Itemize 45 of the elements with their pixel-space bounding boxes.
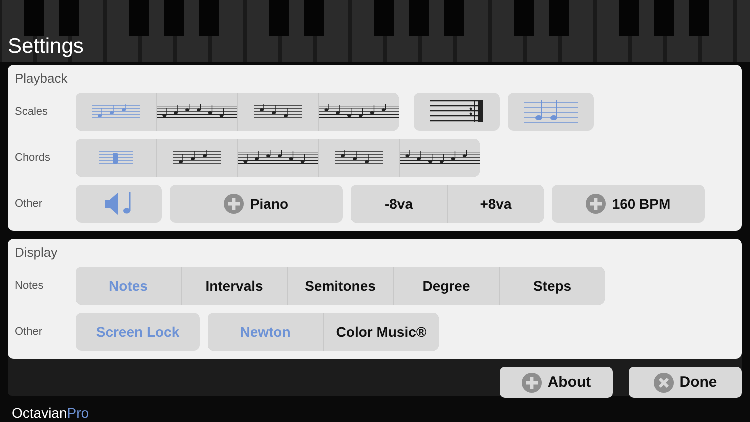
about-button[interactable]: About — [500, 367, 613, 398]
scale-staff-icon — [173, 150, 221, 166]
scale-option[interactable] — [319, 93, 399, 131]
close-icon — [654, 372, 674, 392]
scale-option[interactable] — [414, 93, 500, 131]
instrument-button[interactable]: Piano — [170, 185, 343, 223]
scale-staff-icon — [319, 104, 399, 120]
plus-icon — [224, 194, 244, 214]
chord-option[interactable] — [157, 139, 237, 177]
row-label: Other — [15, 326, 44, 338]
repeat-staff-icon — [430, 99, 484, 125]
section-heading: Display — [15, 245, 59, 259]
plus-icon — [522, 372, 542, 392]
speaker-note-icon — [104, 191, 134, 217]
scale-staff-icon — [157, 104, 237, 120]
chord-staff-icon — [99, 150, 133, 166]
chord-option[interactable] — [400, 139, 480, 177]
row-label: Other — [15, 198, 44, 210]
sound-toggle[interactable] — [76, 185, 162, 223]
notation-tab[interactable]: Degree — [394, 267, 499, 305]
scale-staff-icon — [238, 150, 318, 166]
notation-tab[interactable]: Semitones — [288, 267, 393, 305]
scale-staff-icon — [400, 150, 480, 166]
tied-notes-staff-icon — [524, 99, 578, 125]
scale-staff-icon — [92, 104, 140, 120]
row-label: Scales — [15, 106, 50, 118]
scale-staff-icon — [254, 104, 302, 120]
scale-staff-icon — [335, 150, 383, 166]
section-heading: Playback — [15, 71, 69, 85]
chord-option[interactable] — [238, 139, 318, 177]
notation-tab[interactable]: Intervals — [182, 267, 287, 305]
row-label: Chords — [15, 152, 52, 164]
plus-icon — [586, 194, 606, 214]
tempo-button[interactable]: 160 BPM — [552, 185, 705, 223]
chord-option[interactable] — [319, 139, 399, 177]
row-label: Notes — [15, 280, 45, 292]
app-logo: OctavianPro — [12, 405, 90, 421]
octave-button[interactable]: -8va — [351, 185, 447, 223]
scale-option[interactable] — [157, 93, 237, 131]
notation-tab[interactable]: Steps — [500, 267, 605, 305]
scale-option[interactable] — [238, 93, 318, 131]
done-button[interactable]: Done — [629, 367, 742, 398]
octave-button[interactable]: +8va — [448, 185, 544, 223]
color-scheme-tab[interactable]: Color Music® — [324, 313, 439, 351]
window-title: Settings — [8, 34, 85, 60]
